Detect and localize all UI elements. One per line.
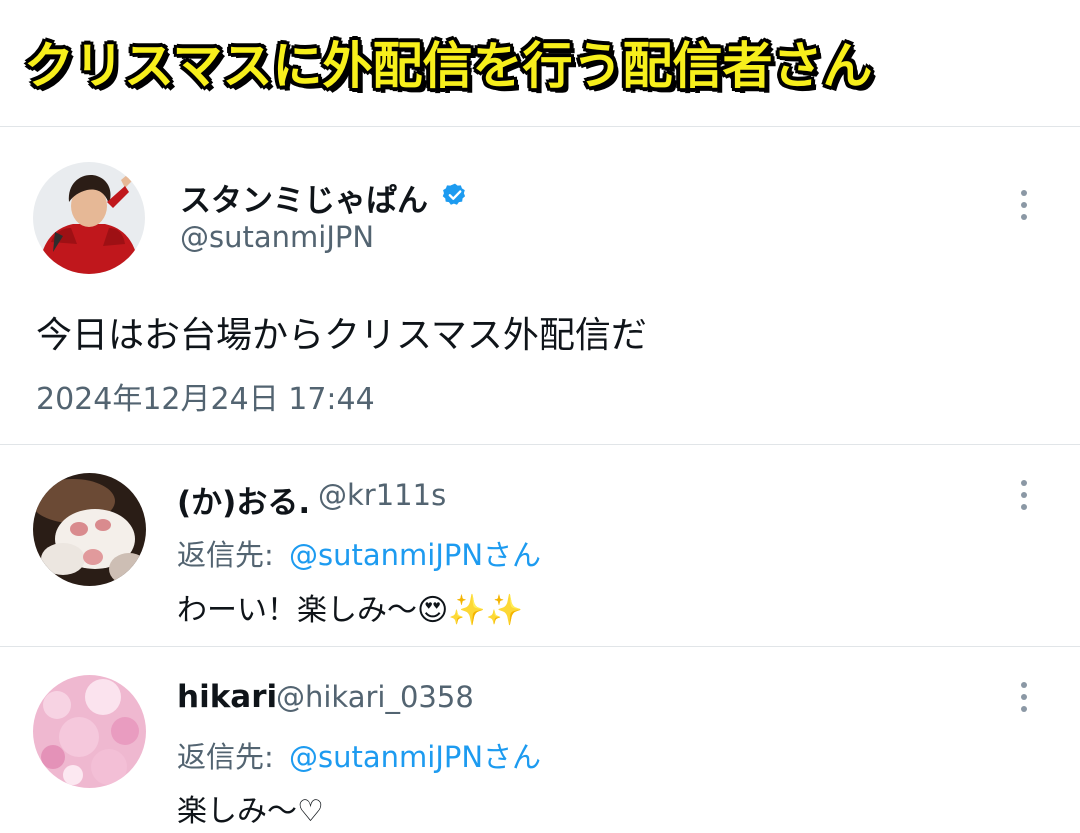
- reply-text-body: わーい！楽しみ〜: [177, 593, 417, 628]
- main-tweet-handle[interactable]: @sutanmiJPN: [180, 220, 374, 254]
- avatar-image: [33, 162, 145, 274]
- main-tweet-timestamp[interactable]: 2024年12月24日 17:44: [36, 374, 375, 418]
- more-options-icon[interactable]: [1018, 682, 1030, 712]
- more-options-icon[interactable]: [1018, 190, 1030, 220]
- reply-display-name[interactable]: hikari: [177, 679, 277, 715]
- reply-text: わーい！楽しみ〜😍✨✨: [177, 585, 523, 629]
- banner-title: クリスマスに外配信を行う配信者さん: [24, 37, 873, 95]
- reply-to-label: 返信先:: [177, 538, 274, 572]
- verified-badge-icon: [442, 182, 468, 208]
- reply-handle[interactable]: @hikari_0358: [276, 680, 474, 714]
- main-tweet-display-name[interactable]: スタンミじゃぱん: [180, 175, 428, 220]
- reply-display-name[interactable]: (か)おる.: [177, 477, 310, 522]
- more-options-icon[interactable]: [1018, 480, 1030, 510]
- banner: クリスマスに外配信を行う配信者さん: [0, 0, 1080, 126]
- divider: [0, 444, 1080, 445]
- reply-handle[interactable]: @kr111s: [318, 478, 446, 512]
- avatar-image: [33, 675, 146, 788]
- avatar-image: [33, 473, 146, 586]
- reply-to-link[interactable]: @sutanmiJPNさん: [289, 734, 541, 776]
- main-tweet-avatar[interactable]: [33, 162, 145, 274]
- reply-to-label: 返信先:: [177, 740, 274, 774]
- reply-avatar[interactable]: [33, 675, 146, 788]
- reply-text: 楽しみ〜♡: [177, 794, 324, 829]
- divider: [0, 126, 1080, 127]
- main-tweet-text: 今日はお台場からクリスマス外配信だ: [36, 315, 647, 356]
- reply-to-link[interactable]: @sutanmiJPNさん: [289, 532, 541, 574]
- reply-avatar[interactable]: [33, 473, 146, 586]
- divider: [0, 646, 1080, 647]
- reply-emoji: 😍✨✨: [417, 593, 523, 628]
